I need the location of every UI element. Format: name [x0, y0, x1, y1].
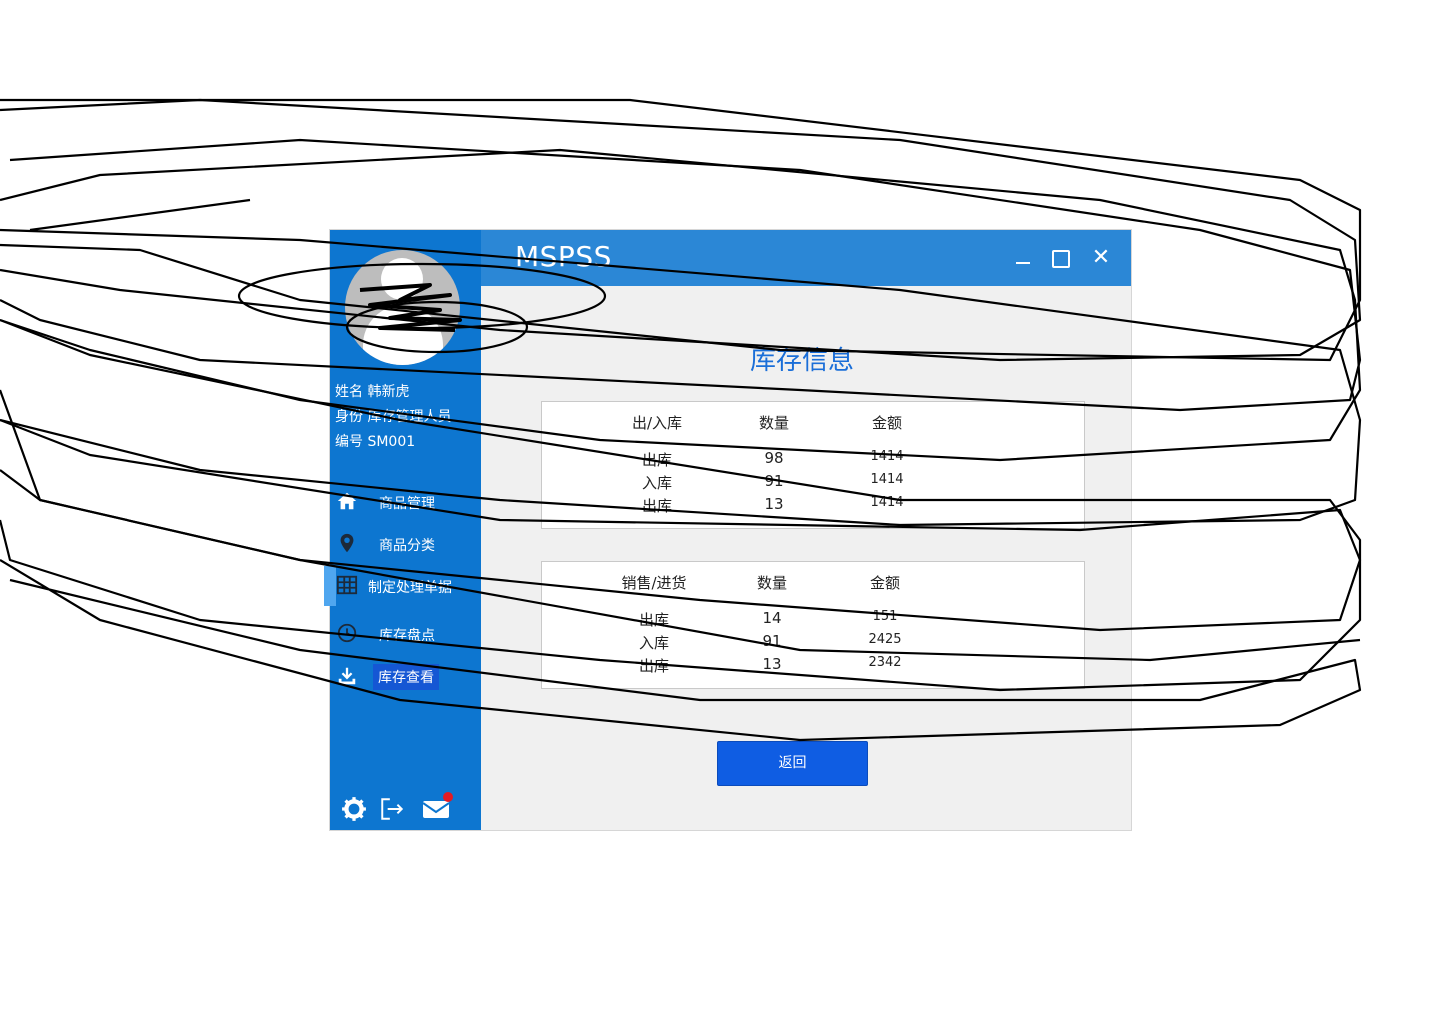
- table-cell: 入库: [641, 474, 673, 492]
- column-header: 销售/进货: [621, 574, 687, 592]
- table-cell: 14: [762, 609, 782, 627]
- clock-icon: [337, 623, 357, 643]
- table-cell: 出库: [638, 657, 670, 675]
- in-out-table: 出/入库 数量 金额 出库 98 1414 入库 91 1414 出库 13 1…: [541, 401, 1085, 529]
- home-icon: [337, 492, 357, 510]
- sidebar: 姓名 韩新虎 身份 库存管理人员 编号 SM001 商品管理 商品分类 制定处理…: [324, 230, 481, 830]
- grid-table-icon: [336, 575, 358, 595]
- table-cell: 13: [764, 495, 784, 513]
- app-title: MSPSS: [515, 240, 612, 273]
- title-bar: MSPSS ✕: [481, 230, 1131, 286]
- sidebar-item-goods-management[interactable]: 商品管理: [330, 487, 481, 517]
- user-name: 姓名 韩新虎: [335, 384, 410, 400]
- avatar: [345, 250, 460, 365]
- column-header: 金额: [869, 574, 901, 592]
- page-title: 库存信息: [750, 346, 855, 376]
- maximize-icon: [1052, 250, 1070, 268]
- table-cell: 91: [762, 632, 782, 650]
- selection-indicator: [324, 566, 336, 606]
- mail-button[interactable]: [421, 792, 453, 822]
- sidebar-item-label: 制定处理单据: [368, 580, 452, 596]
- sidebar-item-goods-category[interactable]: 商品分类: [330, 529, 481, 559]
- sidebar-item-inventory-view[interactable]: 库存查看: [330, 662, 481, 692]
- table-cell: 1414: [870, 472, 904, 487]
- close-button[interactable]: ✕: [1087, 244, 1115, 272]
- download-icon: [338, 667, 356, 685]
- column-header: 数量: [756, 574, 788, 592]
- column-header: 金额: [871, 414, 903, 432]
- gear-icon[interactable]: [341, 796, 367, 822]
- table-cell: 出库: [638, 611, 670, 629]
- table-cell: 13: [762, 655, 782, 673]
- sidebar-item-label: 库存盘点: [379, 628, 435, 644]
- table-cell: 入库: [638, 634, 670, 652]
- table-cell: 98: [764, 449, 784, 467]
- table-cell: 出库: [641, 451, 673, 469]
- minimize-icon: [1016, 262, 1030, 264]
- maximize-button[interactable]: [1047, 244, 1075, 272]
- sidebar-item-stocktake[interactable]: 库存盘点: [330, 619, 481, 649]
- user-role: 身份 库存管理人员: [335, 409, 452, 425]
- back-button[interactable]: 返回: [717, 741, 868, 786]
- column-header: 数量: [758, 414, 790, 432]
- table-cell: 91: [764, 472, 784, 490]
- map-pin-icon: [340, 533, 354, 553]
- table-cell: 2425: [868, 632, 902, 647]
- sales-purchase-table: 销售/进货 数量 金额 出库 14 151 入库 91 2425 出库 13 2…: [541, 561, 1085, 689]
- sidebar-item-label: 商品分类: [379, 538, 435, 554]
- table-cell: 151: [872, 609, 898, 624]
- close-icon: ✕: [1091, 245, 1111, 270]
- sidebar-item-label: 商品管理: [379, 496, 435, 512]
- sidebar-item-make-documents[interactable]: 制定处理单据: [324, 566, 481, 606]
- table-cell: 1414: [870, 495, 904, 510]
- app-window: 姓名 韩新虎 身份 库存管理人员 编号 SM001 商品管理 商品分类 制定处理…: [324, 230, 1131, 830]
- sidebar-item-label: 库存查看: [373, 664, 439, 690]
- minimize-button[interactable]: [1009, 244, 1037, 272]
- table-cell: 出库: [641, 497, 673, 515]
- table-cell: 1414: [870, 449, 904, 464]
- table-cell: 2342: [868, 655, 902, 670]
- user-id: 编号 SM001: [335, 434, 416, 450]
- logout-icon[interactable]: [379, 796, 405, 822]
- column-header: 出/入库: [631, 414, 683, 432]
- notification-badge: [443, 792, 453, 802]
